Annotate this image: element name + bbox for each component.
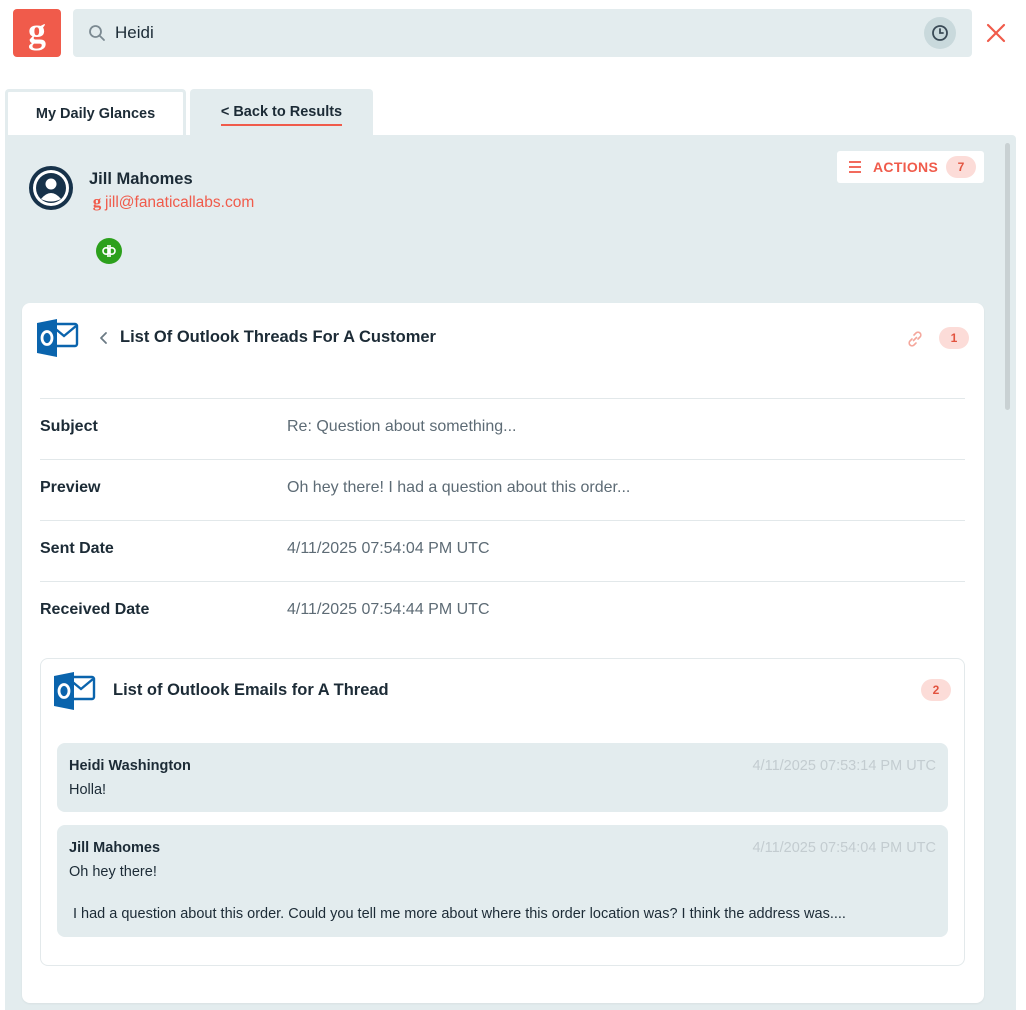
actions-label: ACTIONS: [873, 159, 939, 175]
tab-back-to-results[interactable]: < Back to Results: [190, 89, 373, 135]
field-label: Sent Date: [40, 540, 114, 557]
field-label: Subject: [40, 418, 98, 435]
field-value: 4/11/2025 07:54:44 PM UTC: [287, 601, 490, 618]
threads-card-title: List Of Outlook Threads For A Customer: [120, 328, 436, 346]
emails-count-badge: 2: [921, 679, 951, 701]
hamburger-icon: [849, 161, 861, 173]
search-icon: [89, 25, 105, 41]
tab-my-daily-glances[interactable]: My Daily Glances: [5, 89, 186, 135]
field-value: Re: Question about something...: [287, 418, 517, 435]
search-input[interactable]: [115, 9, 875, 57]
app-logo-g-icon[interactable]: g: [13, 9, 61, 57]
email-timestamp: 4/11/2025 07:53:14 PM UTC: [752, 758, 936, 774]
field-value: Oh hey there! I had a question about thi…: [287, 479, 631, 496]
history-icon: [932, 25, 948, 41]
email-sender: Jill Mahomes: [69, 840, 161, 856]
g-brand-icon: g: [93, 195, 102, 211]
close-icon[interactable]: [985, 22, 1007, 44]
svg-text:g: g: [28, 15, 46, 51]
quickbooks-icon[interactable]: [96, 238, 122, 264]
avatar-icon: [29, 166, 73, 210]
field-value: 4/11/2025 07:54:04 PM UTC: [287, 540, 490, 557]
contact-email-link[interactable]: g jill@fanaticallabs.com: [91, 194, 255, 212]
emails-card-title: List of Outlook Emails for A Thread: [113, 681, 389, 699]
field-label: Preview: [40, 479, 101, 496]
email-message[interactable]: Jill Mahomes 4/11/2025 07:54:04 PM UTC O…: [57, 825, 948, 937]
field-row-received-date: Received Date 4/11/2025 07:54:44 PM UTC: [40, 581, 965, 642]
field-row-subject: Subject Re: Question about something...: [40, 398, 965, 459]
threads-count-badge: 1: [939, 327, 969, 349]
contact-email: jill@fanaticallabs.com: [105, 194, 255, 211]
scrollbar[interactable]: [1005, 143, 1010, 410]
svg-text:g: g: [93, 195, 102, 211]
email-message[interactable]: Heidi Washington 4/11/2025 07:53:14 PM U…: [57, 743, 948, 812]
email-body: Oh hey there!: [69, 864, 157, 880]
field-label: Received Date: [40, 601, 150, 618]
email-body-paragraph: I had a question about this order. Could…: [73, 906, 846, 922]
field-row-preview: Preview Oh hey there! I had a question a…: [40, 459, 965, 520]
outlook-icon: [54, 672, 96, 710]
outlook-icon: [37, 319, 79, 357]
search-bar: [73, 9, 972, 57]
actions-count-badge: 7: [946, 156, 976, 178]
tab-label: My Daily Glances: [35, 105, 156, 122]
link-icon[interactable]: [905, 329, 925, 349]
chevron-left-icon[interactable]: [97, 330, 111, 346]
email-sender: Heidi Washington: [69, 758, 191, 774]
email-timestamp: 4/11/2025 07:54:04 PM UTC: [752, 840, 936, 856]
email-body: Holla!: [69, 782, 107, 798]
history-button[interactable]: [924, 17, 956, 49]
tab-label: < Back to Results: [220, 104, 343, 126]
field-row-sent-date: Sent Date 4/11/2025 07:54:04 PM UTC: [40, 520, 965, 581]
contact-name: Jill Mahomes: [89, 170, 193, 188]
actions-button[interactable]: ACTIONS 7: [837, 151, 984, 183]
